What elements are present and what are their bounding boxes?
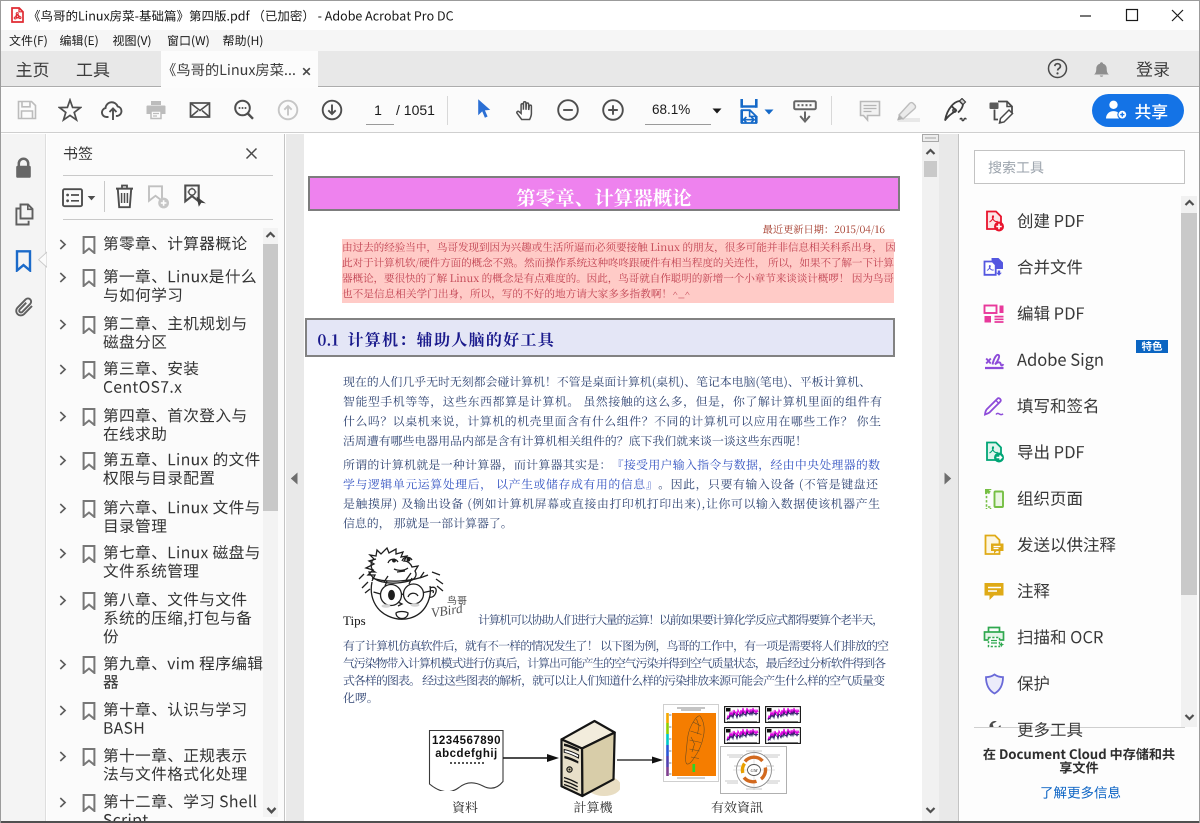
svg-text:GM: GM: [751, 768, 758, 773]
